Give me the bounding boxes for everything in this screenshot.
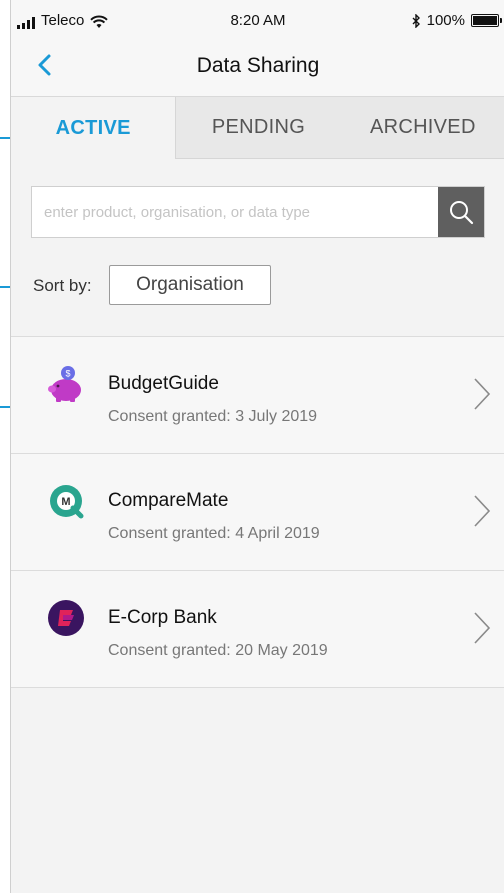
status-bar: Teleco 8:20 AM 100%: [11, 0, 504, 40]
status-right: 100%: [412, 12, 502, 29]
search-input[interactable]: [32, 187, 438, 237]
chevron-right-icon: [474, 612, 491, 644]
list-item-comparemate[interactable]: M CompareMate Consent granted: 4 April 2…: [11, 453, 504, 570]
organisation-name: E-Corp Bank: [108, 607, 217, 628]
consent-date: Consent granted: 20 May 2019: [108, 642, 328, 659]
search-icon: [450, 201, 474, 225]
consent-date: Consent granted: 3 July 2019: [108, 408, 318, 425]
list-item-ecorp-bank[interactable]: E-Corp Bank Consent granted: 20 May 2019: [11, 570, 504, 688]
list-item-budgetguide[interactable]: $ BudgetGuide Consent granted: 3 July 20…: [11, 336, 504, 453]
sort-dropdown[interactable]: Organisation: [109, 265, 271, 305]
tab-bar: ACTIVE PENDING ARCHIVED: [11, 97, 504, 159]
chevron-right-icon: [474, 495, 491, 527]
tab-archived[interactable]: ARCHIVED: [340, 97, 504, 159]
page-title: Data Sharing: [196, 54, 320, 77]
organisation-name: CompareMate: [108, 490, 229, 511]
search-button[interactable]: [438, 187, 484, 237]
tab-pending[interactable]: PENDING: [176, 97, 341, 159]
battery-icon: [471, 14, 502, 27]
search-bar: [31, 186, 485, 238]
piggy-bank-icon: $: [48, 366, 81, 402]
sort-label: Sort by:: [33, 276, 92, 295]
bluetooth-icon: [412, 13, 420, 28]
chevron-right-icon: [474, 378, 491, 410]
nav-bar: Data Sharing: [11, 44, 504, 88]
header: Teleco 8:20 AM 100% Data Sharing: [11, 0, 504, 97]
battery-percent: 100%: [426, 12, 465, 29]
phone-screen: Teleco 8:20 AM 100% Data Sharing ACTIVE …: [10, 0, 504, 893]
comparemate-logo-icon: M: [50, 485, 84, 519]
svg-text:$: $: [65, 369, 70, 379]
svg-text:M: M: [61, 496, 70, 508]
tab-active[interactable]: ACTIVE: [11, 97, 177, 159]
organisation-name: BudgetGuide: [108, 373, 219, 394]
consent-date: Consent granted: 4 April 2019: [108, 525, 320, 542]
ecorp-logo-icon: [48, 600, 84, 636]
consent-list: $ BudgetGuide Consent granted: 3 July 20…: [11, 336, 504, 688]
